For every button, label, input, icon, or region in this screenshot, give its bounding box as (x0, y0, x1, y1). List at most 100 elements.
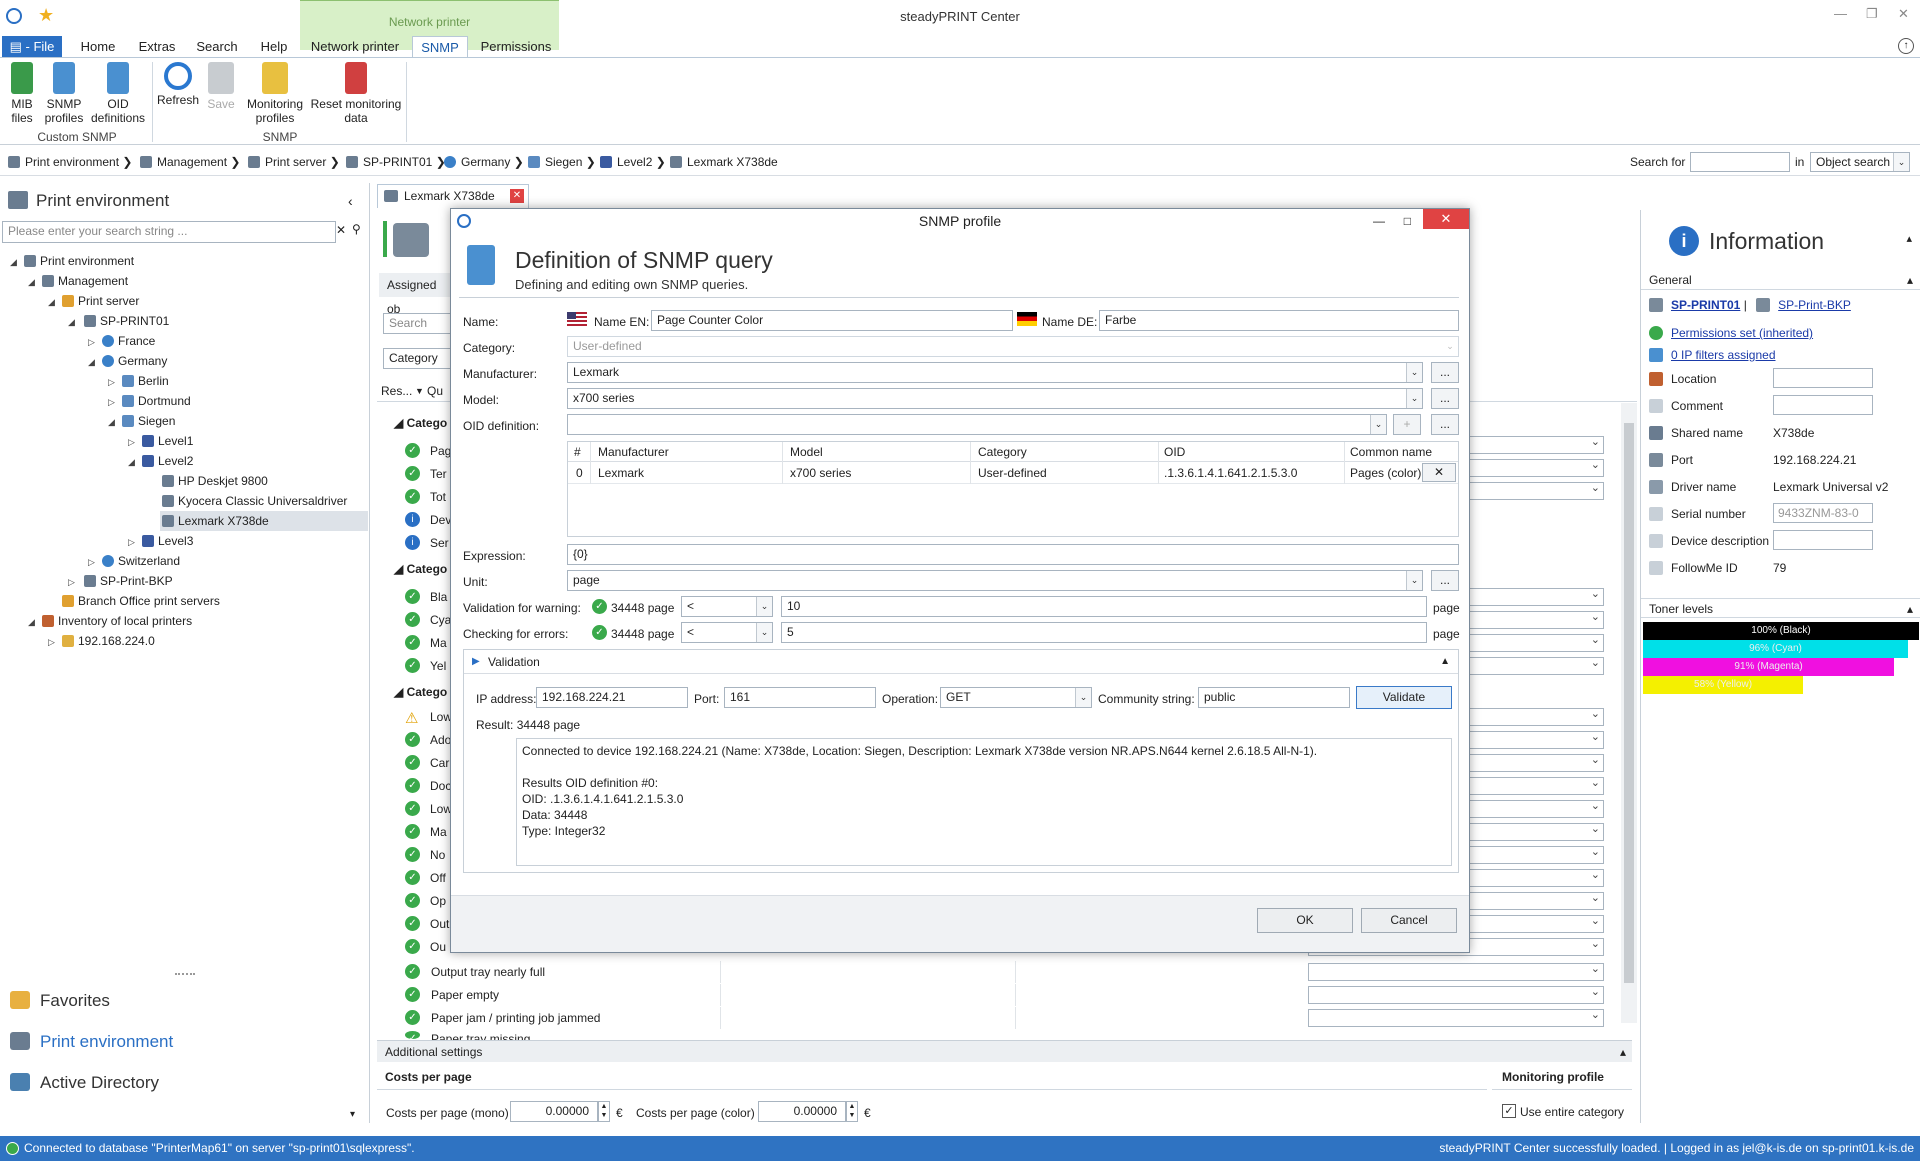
crumb-germany[interactable]: Germany ❯ (444, 155, 524, 169)
cancel-button[interactable]: Cancel (1361, 908, 1457, 933)
search-icon[interactable]: ⚲ (352, 222, 361, 236)
category-group-header[interactable]: ◢ Catego (394, 416, 447, 430)
monitoring-row-label[interactable]: Paper empty (431, 988, 499, 1002)
sort-icon[interactable]: ▼ (415, 380, 424, 402)
column-common-name[interactable]: Common name (1350, 445, 1432, 459)
unit-more-button[interactable]: ... (1431, 570, 1459, 591)
tree-item[interactable]: Germany (102, 354, 167, 368)
collapse-panel-icon[interactable]: ‹ (348, 193, 353, 209)
community-input[interactable]: public (1198, 687, 1350, 708)
collapse-icon[interactable]: ▴ (1620, 1041, 1626, 1063)
tree-search-input[interactable]: Please enter your search string ... (2, 221, 336, 243)
column-index[interactable]: # (574, 445, 581, 459)
refresh-button[interactable]: Refresh (156, 62, 200, 107)
operation-select[interactable]: GET ⌄ (940, 687, 1092, 708)
row-profile-select[interactable] (1308, 962, 1604, 981)
scroll-thumb[interactable] (1624, 423, 1634, 983)
clear-search-icon[interactable]: ✕ (336, 223, 346, 237)
vertical-scrollbar[interactable] (1621, 403, 1637, 1023)
oid-add-button[interactable]: + (1393, 414, 1421, 435)
tab-help[interactable]: Help (254, 36, 294, 58)
tree-item[interactable]: Level3 (142, 534, 193, 548)
server-link-backup[interactable]: SP-Print-BKP (1778, 298, 1851, 312)
tree-item[interactable]: 192.168.224.0 (62, 634, 155, 648)
port-input[interactable]: 161 (724, 687, 876, 708)
comment-input[interactable] (1773, 395, 1873, 415)
maximize-button[interactable]: ❐ (1866, 6, 1878, 22)
permissions-link[interactable]: Permissions set (inherited) (1671, 326, 1813, 340)
model-select[interactable]: x700 series ⌄ (567, 388, 1423, 409)
document-tab[interactable]: Lexmark X738de ✕ (377, 184, 529, 208)
expression-input[interactable]: {0} (567, 544, 1459, 565)
nav-more-icon[interactable]: ▾ (350, 1109, 355, 1120)
crumb-sp-print01[interactable]: SP-PRINT01 ❯ (346, 155, 446, 169)
tree-item[interactable]: Print environment (24, 254, 134, 268)
collapsed-arrow-icon[interactable]: ▷ (108, 397, 115, 408)
column-manufacturer[interactable]: Manufacturer (598, 445, 669, 459)
tree-item[interactable]: SP-PRINT01 (84, 314, 169, 328)
tab-permissions[interactable]: Permissions (476, 36, 556, 58)
validate-button[interactable]: Validate (1356, 686, 1452, 709)
crumb-management[interactable]: Management ❯ (140, 155, 240, 169)
close-window-button[interactable]: ✕ (1898, 6, 1909, 22)
tab-extras[interactable]: Extras (134, 36, 180, 58)
ipfilters-link[interactable]: 0 IP filters assigned (1671, 348, 1776, 362)
column-model[interactable]: Model (790, 445, 823, 459)
tree-item[interactable]: Print server (62, 294, 139, 308)
collapse-general-icon[interactable]: ▴ (1907, 270, 1913, 290)
column-oid[interactable]: OID (1164, 445, 1185, 459)
collapsed-arrow-icon[interactable]: ▷ (88, 557, 95, 568)
collapsed-arrow-icon[interactable]: ▷ (68, 577, 75, 588)
collapse-info-icon[interactable]: ▴ (1906, 232, 1912, 245)
tab-network-printer[interactable]: Network printer (306, 36, 404, 58)
name-de-input[interactable]: Farbe (1099, 310, 1459, 331)
warning-threshold-input[interactable]: 10 (781, 596, 1427, 617)
column-res[interactable]: Res... (381, 380, 412, 402)
expand-arrow-icon[interactable]: ◢ (48, 297, 55, 308)
crumb-lexmark[interactable]: Lexmark X738de (670, 155, 778, 169)
crumb-print-environment[interactable]: Print environment ❯ (8, 155, 132, 169)
validation-header[interactable]: ▶ Validation ▲ (464, 650, 1458, 674)
nav-favorites[interactable]: Favorites (10, 991, 110, 1011)
crumb-level2[interactable]: Level2 ❯ (600, 155, 666, 169)
tree-item[interactable]: Level2 (142, 454, 193, 468)
color-spinner[interactable]: ▲ ▼ (846, 1101, 858, 1122)
snmp-profiles-button[interactable]: SNMP profiles (42, 62, 86, 125)
help-up-icon[interactable]: ↑ (1898, 38, 1914, 54)
breadcrumb-search-input[interactable] (1690, 152, 1790, 172)
tree-item[interactable]: Switzerland (102, 554, 180, 568)
expand-arrow-icon[interactable]: ◢ (68, 317, 75, 328)
tree-item[interactable]: Kyocera Classic Universaldriver (162, 494, 347, 508)
use-entire-checkbox[interactable]: ✓ (1502, 1104, 1516, 1118)
oid-definitions-button[interactable]: OID definitions (90, 62, 146, 125)
oid-more-button[interactable]: ... (1431, 414, 1459, 435)
category-select[interactable]: User-defined ⌄ (567, 336, 1459, 357)
errors-threshold-input[interactable]: 5 (781, 622, 1427, 643)
expand-arrow-icon[interactable]: ◢ (128, 457, 135, 468)
assigned-tab[interactable]: Assigned ob (379, 273, 451, 316)
manufacturer-more-button[interactable]: ... (1431, 362, 1459, 383)
nav-print-environment[interactable]: Print environment (10, 1032, 173, 1052)
crumb-print-server[interactable]: Print server ❯ (248, 155, 340, 169)
expand-arrow-icon[interactable]: ◢ (10, 257, 17, 268)
costs-mono-input[interactable]: 0.00000 (510, 1101, 598, 1122)
tree-item-selected[interactable]: Lexmark X738de (162, 514, 269, 528)
model-more-button[interactable]: ... (1431, 388, 1459, 409)
monitoring-row-label[interactable]: Paper jam / printing job jammed (431, 1011, 600, 1025)
tab-snmp[interactable]: SNMP (412, 36, 468, 58)
unit-select[interactable]: page ⌄ (567, 570, 1423, 591)
validation-log[interactable]: Connected to device 192.168.224.21 (Name… (516, 738, 1452, 866)
ok-button[interactable]: OK (1257, 908, 1353, 933)
category-group-header[interactable]: ◢ Catego (394, 562, 447, 576)
mib-files-button[interactable]: MIB files (4, 62, 40, 125)
device-desc-input[interactable] (1773, 530, 1873, 550)
column-category[interactable]: Category (978, 445, 1027, 459)
expand-arrow-icon[interactable]: ◢ (28, 277, 35, 288)
tree-item[interactable]: HP Deskjet 9800 (162, 474, 268, 488)
collapsed-arrow-icon[interactable]: ▷ (128, 537, 135, 548)
dialog-minimize-button[interactable]: — (1373, 209, 1385, 233)
dialog-maximize-button[interactable]: □ (1404, 209, 1411, 233)
errors-operator-select[interactable]: < ⌄ (681, 622, 773, 643)
server-link-primary[interactable]: SP-PRINT01 (1671, 298, 1740, 312)
monitoring-row-label[interactable]: Output tray nearly full (431, 965, 545, 979)
